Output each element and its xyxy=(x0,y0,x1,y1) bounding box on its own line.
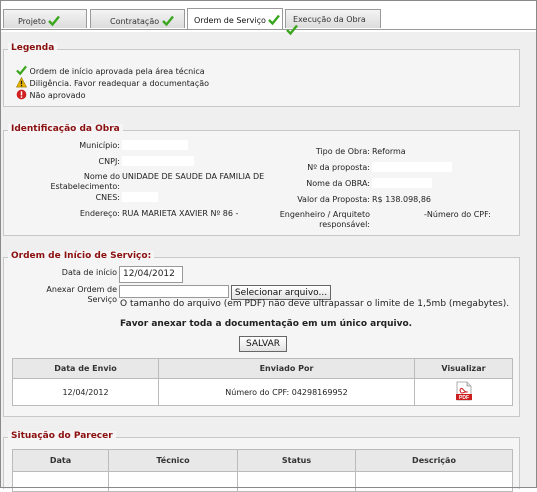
window-frame xyxy=(0,0,537,488)
